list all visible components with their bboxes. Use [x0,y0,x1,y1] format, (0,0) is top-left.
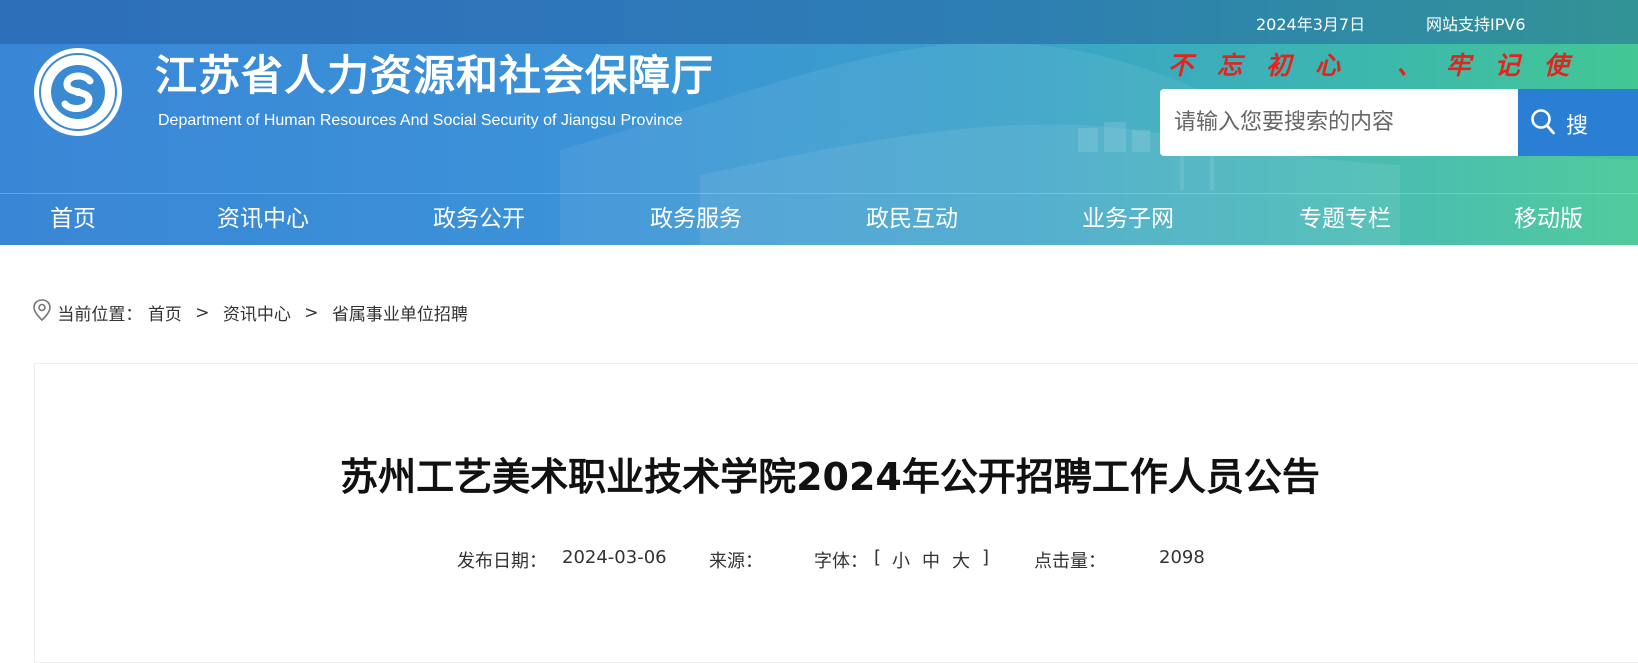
nav-item-special-topics[interactable]: 专题专栏 [1299,199,1391,233]
top-info-bar: 2024年3月7日 网站支持IPV6 [0,0,1638,44]
site-subtitle: Department of Human Resources And Social… [158,112,683,129]
article-container [34,363,1638,663]
ministry-seal-icon[interactable] [32,45,124,140]
breadcrumb-home[interactable]: 首页 [148,300,182,325]
publish-date-label: 发布日期： [457,551,547,572]
ipv6-support-link[interactable]: 网站支持IPV6 [1426,11,1526,35]
font-size-small-button[interactable]: 小 [892,547,910,573]
breadcrumb-recruitment[interactable]: 省属事业单位招聘 [332,300,468,325]
nav-item-gov-services[interactable]: 政务服务 [650,199,742,233]
nav-item-business-sites[interactable]: 业务子网 [1082,199,1174,233]
breadcrumb-separator: > [304,302,319,323]
main-nav: 首页 资讯中心 政务公开 政务服务 政民互动 业务子网 专题专栏 移动版 [0,193,1638,245]
location-pin-icon [32,298,52,327]
slogan-text: 不忘初心 、牢记使 [1168,51,1593,80]
nav-item-gov-affairs[interactable]: 政务公开 [433,199,525,233]
search-button[interactable]: 搜 [1518,89,1638,156]
font-size-label: 字体： [814,551,868,572]
view-count: 2098 [1159,547,1205,568]
font-size-medium-button[interactable]: 中 [922,547,940,573]
breadcrumb-news[interactable]: 资讯中心 [223,300,291,325]
nav-item-news[interactable]: 资讯中心 [217,199,309,233]
search-input[interactable] [1160,89,1518,156]
site-title[interactable]: 江苏省人力资源和社会保障厅 [155,42,714,103]
view-count-label: 点击量： [1034,551,1106,572]
site-header: 2024年3月7日 网站支持IPV6 江苏省人力资源和社会保障厅 Departm… [0,0,1638,245]
font-size-large-button[interactable]: 大 [952,547,970,573]
search-button-label: 搜 [1566,114,1589,139]
font-size-bracket-open: [ [874,547,882,568]
publish-date: 2024-03-06 [562,547,667,568]
current-date: 2024年3月7日 [1256,15,1366,34]
search-icon [1531,109,1555,135]
breadcrumb-prefix: 当前位置： [57,305,143,325]
breadcrumb: 当前位置： 首页 > 资讯中心 > 省属事业单位招聘 [32,298,468,328]
nav-item-mobile[interactable]: 移动版 [1514,199,1583,233]
breadcrumb-separator: > [195,302,210,323]
nav-item-interaction[interactable]: 政民互动 [866,199,958,233]
article-title: 苏州工艺美术职业技术学院2024年公开招聘工作人员公告 [340,455,1320,499]
nav-item-home[interactable]: 首页 [50,199,96,233]
font-size-bracket-close: ] [982,547,990,568]
source-label: 来源： [709,551,763,572]
